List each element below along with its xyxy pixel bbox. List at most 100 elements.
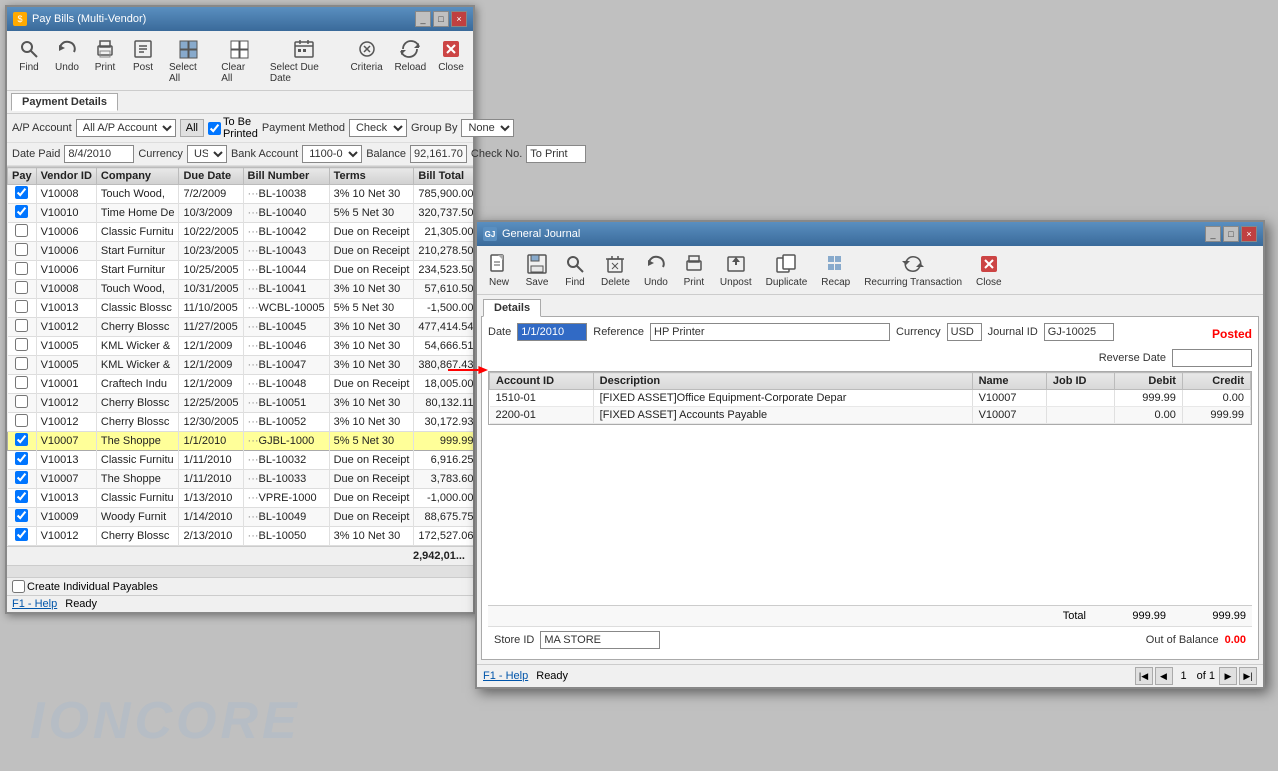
gj-currency-input[interactable] bbox=[947, 323, 982, 341]
pay-checkbox[interactable] bbox=[15, 433, 28, 446]
pay-checkbox[interactable] bbox=[15, 338, 28, 351]
gj-first-btn[interactable]: |◀ bbox=[1135, 667, 1153, 685]
gj-next-btn[interactable]: ▶ bbox=[1219, 667, 1237, 685]
pay-checkbox[interactable] bbox=[15, 376, 28, 389]
table-row[interactable]: V10013 Classic Furnitu 1/13/2010 ···VPRE… bbox=[8, 489, 474, 508]
find-button[interactable]: Find bbox=[11, 34, 47, 87]
table-row[interactable]: V10009 Woody Furnit 1/14/2010 ···BL-1004… bbox=[8, 508, 474, 527]
create-individual-payables-checkbox[interactable] bbox=[12, 580, 25, 593]
main-help-link[interactable]: F1 - Help bbox=[12, 598, 57, 610]
table-row[interactable]: V10006 Start Furnitur 10/23/2005 ···BL-1… bbox=[8, 242, 474, 261]
table-row[interactable]: V10005 KML Wicker & 12/1/2009 ···BL-1004… bbox=[8, 356, 474, 375]
pay-checkbox[interactable] bbox=[15, 262, 28, 275]
pay-checkbox[interactable] bbox=[15, 224, 28, 237]
pay-checkbox[interactable] bbox=[15, 528, 28, 541]
print-button[interactable]: Print bbox=[87, 34, 123, 87]
criteria-button[interactable]: Criteria bbox=[346, 34, 388, 87]
post-button[interactable]: Post bbox=[125, 34, 161, 87]
gj-close-button[interactable]: × bbox=[1241, 226, 1257, 242]
pay-checkbox[interactable] bbox=[15, 452, 28, 465]
table-row[interactable]: V10012 Cherry Blossc 11/27/2005 ···BL-10… bbox=[8, 318, 474, 337]
gj-reverse-date-input[interactable] bbox=[1172, 349, 1252, 367]
gj-recurring-button[interactable]: Recurring Transaction bbox=[858, 249, 968, 291]
gj-find-button[interactable]: Find bbox=[557, 249, 593, 291]
pay-checkbox-cell[interactable] bbox=[8, 413, 37, 432]
table-row[interactable]: V10012 Cherry Blossc 2/13/2010 ···BL-100… bbox=[8, 527, 474, 546]
main-close-btn[interactable]: Close bbox=[433, 34, 469, 87]
reload-button[interactable]: Reload bbox=[390, 34, 431, 87]
gj-maximize-button[interactable]: □ bbox=[1223, 226, 1239, 242]
to-be-printed-checkbox[interactable] bbox=[208, 122, 221, 135]
group-by-select[interactable]: None bbox=[461, 119, 514, 137]
clear-all-button[interactable]: Clear All bbox=[215, 34, 262, 87]
select-all-button[interactable]: Select All bbox=[163, 34, 213, 87]
gj-print-button[interactable]: Print bbox=[676, 249, 712, 291]
main-maximize-button[interactable]: □ bbox=[433, 11, 449, 27]
pay-checkbox[interactable] bbox=[15, 300, 28, 313]
table-row[interactable]: V10007 The Shoppe 1/11/2010 ···BL-10033 … bbox=[8, 470, 474, 489]
pay-checkbox-cell[interactable] bbox=[8, 261, 37, 280]
table-row[interactable]: V10012 Cherry Blossc 12/30/2005 ···BL-10… bbox=[8, 413, 474, 432]
pay-checkbox-cell[interactable] bbox=[8, 470, 37, 489]
pay-checkbox[interactable] bbox=[15, 490, 28, 503]
main-close-button[interactable]: × bbox=[451, 11, 467, 27]
check-no-input[interactable] bbox=[526, 145, 586, 163]
date-paid-input[interactable] bbox=[64, 145, 134, 163]
pay-checkbox[interactable] bbox=[15, 414, 28, 427]
bills-table-container[interactable]: Pay Vendor ID Company Due Date Bill Numb… bbox=[7, 166, 473, 546]
gj-store-id-input[interactable] bbox=[540, 631, 660, 649]
pay-checkbox-cell[interactable] bbox=[8, 318, 37, 337]
payment-method-select[interactable]: Check bbox=[349, 119, 407, 137]
details-tab[interactable]: Details bbox=[483, 299, 541, 317]
gj-unpost-button[interactable]: Unpost bbox=[714, 249, 758, 291]
main-minimize-button[interactable]: _ bbox=[415, 11, 431, 27]
pay-checkbox[interactable] bbox=[15, 395, 28, 408]
gj-recap-button[interactable]: Recap bbox=[815, 249, 856, 291]
pay-checkbox-cell[interactable] bbox=[8, 394, 37, 413]
pay-checkbox-cell[interactable] bbox=[8, 375, 37, 394]
gj-table-row[interactable]: 2200-01 [FIXED ASSET] Accounts Payable V… bbox=[490, 407, 1251, 424]
gj-reference-input[interactable] bbox=[650, 323, 890, 341]
gj-close-btn[interactable]: Close bbox=[970, 249, 1008, 291]
bank-account-select[interactable]: 1100-01 bbox=[302, 145, 362, 163]
table-row[interactable]: V10013 Classic Furnitu 1/11/2010 ···BL-1… bbox=[8, 451, 474, 470]
undo-button[interactable]: Undo bbox=[49, 34, 85, 87]
table-row[interactable]: V10008 Touch Wood, 10/31/2005 ···BL-1004… bbox=[8, 280, 474, 299]
pay-checkbox[interactable] bbox=[15, 509, 28, 522]
table-row[interactable]: V10007 The Shoppe 1/1/2010 ···GJBL-1000 … bbox=[8, 432, 474, 451]
pay-checkbox-cell[interactable] bbox=[8, 204, 37, 223]
pay-checkbox-cell[interactable] bbox=[8, 489, 37, 508]
pay-checkbox-cell[interactable] bbox=[8, 280, 37, 299]
gj-undo-button[interactable]: Undo bbox=[638, 249, 674, 291]
pay-checkbox-cell[interactable] bbox=[8, 299, 37, 318]
table-row[interactable]: V10013 Classic Blossc 11/10/2005 ···WCBL… bbox=[8, 299, 474, 318]
select-due-date-button[interactable]: Select Due Date bbox=[264, 34, 344, 87]
table-row[interactable]: V10006 Classic Furnitu 10/22/2005 ···BL-… bbox=[8, 223, 474, 242]
pay-checkbox-cell[interactable] bbox=[8, 185, 37, 204]
pay-checkbox-cell[interactable] bbox=[8, 337, 37, 356]
gj-duplicate-button[interactable]: Duplicate bbox=[760, 249, 814, 291]
table-row[interactable]: V10010 Time Home De 10/3/2009 ···BL-1004… bbox=[8, 204, 474, 223]
payment-details-tab[interactable]: Payment Details bbox=[11, 93, 118, 111]
pay-checkbox-cell[interactable] bbox=[8, 242, 37, 261]
gj-minimize-button[interactable]: _ bbox=[1205, 226, 1221, 242]
table-row[interactable]: V10005 KML Wicker & 12/1/2009 ···BL-1004… bbox=[8, 337, 474, 356]
pay-checkbox-cell[interactable] bbox=[8, 527, 37, 546]
pay-checkbox[interactable] bbox=[15, 357, 28, 370]
all-button[interactable]: All bbox=[180, 119, 204, 137]
table-row[interactable]: V10006 Start Furnitur 10/25/2005 ···BL-1… bbox=[8, 261, 474, 280]
gj-save-button[interactable]: Save bbox=[519, 249, 555, 291]
pay-checkbox-cell[interactable] bbox=[8, 356, 37, 375]
gj-prev-btn[interactable]: ◀ bbox=[1155, 667, 1173, 685]
table-row[interactable]: V10001 Craftech Indu 12/1/2009 ···BL-100… bbox=[8, 375, 474, 394]
currency-select[interactable]: USD bbox=[187, 145, 227, 163]
pay-checkbox[interactable] bbox=[15, 319, 28, 332]
gj-delete-button[interactable]: Delete bbox=[595, 249, 636, 291]
pay-checkbox-cell[interactable] bbox=[8, 432, 37, 451]
pay-checkbox[interactable] bbox=[15, 281, 28, 294]
gj-new-button[interactable]: New bbox=[481, 249, 517, 291]
pay-checkbox-cell[interactable] bbox=[8, 451, 37, 470]
table-row[interactable]: V10008 Touch Wood, 7/2/2009 ···BL-10038 … bbox=[8, 185, 474, 204]
pay-checkbox[interactable] bbox=[15, 205, 28, 218]
pay-checkbox[interactable] bbox=[15, 471, 28, 484]
